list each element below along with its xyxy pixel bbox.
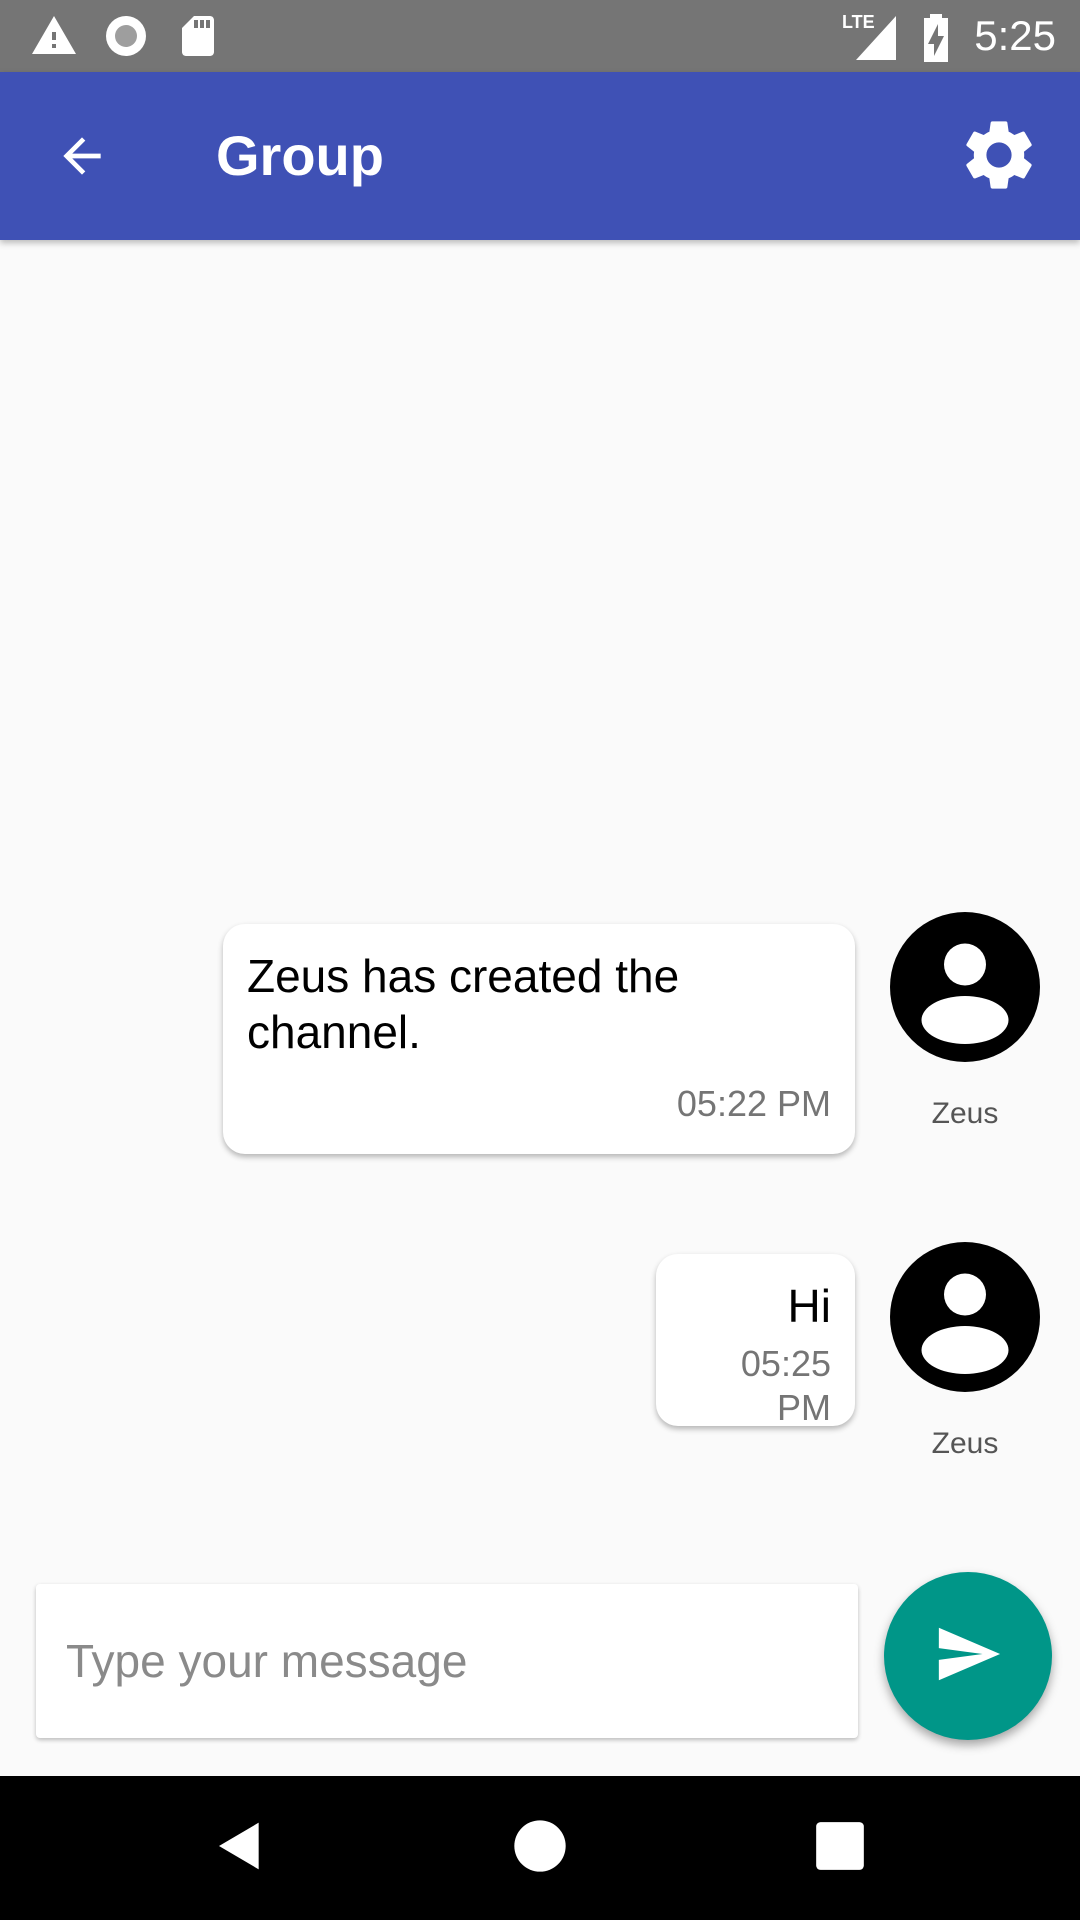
send-button[interactable] <box>884 1572 1052 1740</box>
app-bar: Group <box>0 72 1080 240</box>
battery-charging-icon <box>918 12 954 67</box>
message-row: Zeus has created the channel. 05:22 PM Z… <box>0 912 1080 1154</box>
settings-button[interactable] <box>954 112 1044 202</box>
message-row: Hi 05:25 PM Zeus <box>0 1242 1080 1482</box>
arrow-back-icon <box>54 128 110 189</box>
warning-icon <box>30 12 78 65</box>
nav-home-icon <box>512 1818 568 1879</box>
avatar[interactable] <box>890 912 1040 1062</box>
status-time: 5:25 <box>974 12 1056 59</box>
signal-icon: LTE <box>842 10 900 65</box>
sd-card-icon <box>174 12 222 65</box>
avatar[interactable] <box>890 1242 1040 1392</box>
sender-name: Zeus <box>931 1097 999 1130</box>
message-time: 05:22 PM <box>676 1083 831 1124</box>
send-icon <box>933 1619 1003 1694</box>
chat-screen: LTE 5:25 Group Zeus has created the chan… <box>0 0 1080 1920</box>
nav-recents-button[interactable] <box>804 1812 876 1884</box>
circle-record-icon <box>102 12 150 65</box>
nav-recents-icon <box>814 1820 866 1877</box>
back-button[interactable] <box>40 116 124 200</box>
nav-back-icon <box>212 1818 268 1879</box>
status-bar: LTE 5:25 <box>0 0 1080 72</box>
message-bubble[interactable]: Hi 05:25 PM <box>656 1254 855 1428</box>
sender-name: Zeus <box>931 1427 999 1460</box>
message-time: 05:25 PM <box>740 1343 831 1428</box>
message-text: Zeus has created the channel. <box>247 950 680 1058</box>
nav-bar <box>0 1776 1080 1920</box>
account-circle-icon <box>890 1242 1040 1396</box>
message-input[interactable] <box>36 1584 858 1738</box>
message-bubble[interactable]: Zeus has created the channel. 05:22 PM <box>223 924 855 1154</box>
nav-home-button[interactable] <box>504 1812 576 1884</box>
account-circle-icon <box>890 912 1040 1066</box>
network-label: LTE <box>842 12 875 32</box>
nav-back-button[interactable] <box>204 1812 276 1884</box>
page-title: Group <box>216 124 384 187</box>
message-text: Hi <box>787 1280 831 1332</box>
gear-icon <box>957 113 1041 202</box>
